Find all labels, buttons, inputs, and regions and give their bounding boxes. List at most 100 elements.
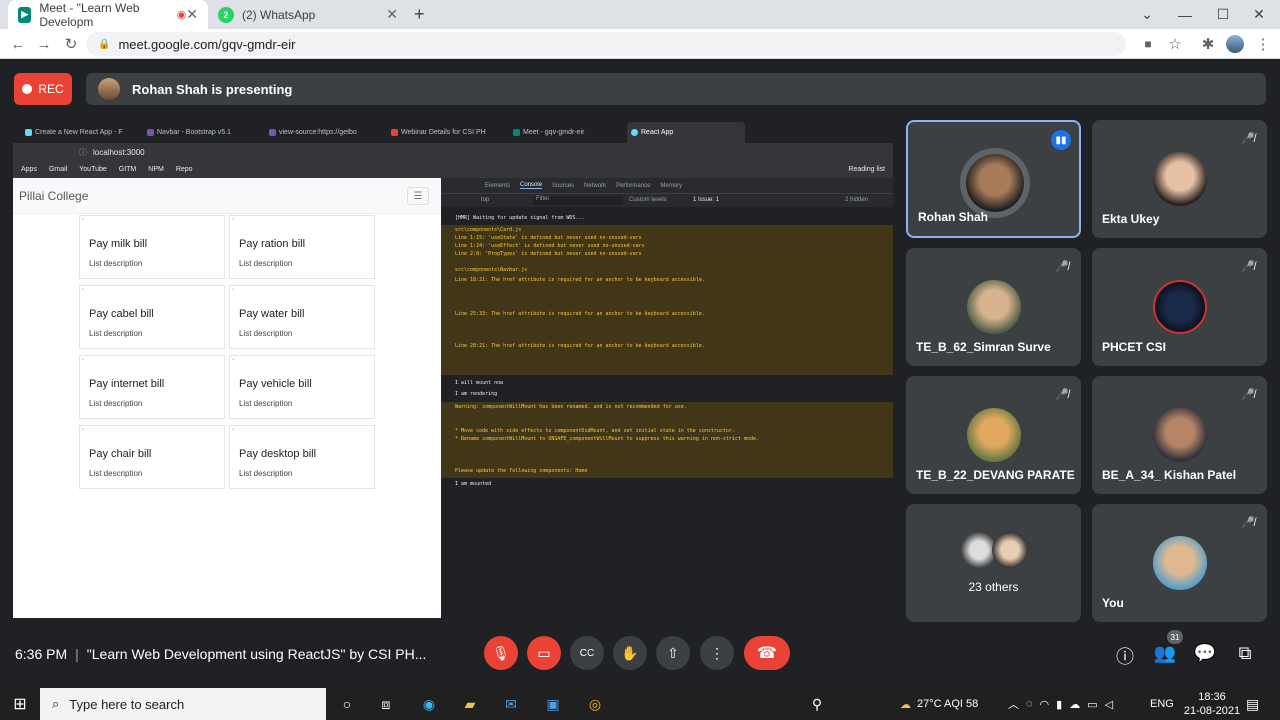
clock[interactable]: 18:36 21-08-2021 [1182,688,1242,720]
bill-card: ▫ Pay water bill List description [229,285,375,349]
menu-icon[interactable]: ⋮ [1250,29,1276,59]
camera-off-icon: ▭ [537,644,551,661]
self-tile[interactable]: 🎤̸ You [1092,504,1267,622]
participant-tile[interactable]: ▮▮ Rohan Shah [906,120,1081,238]
present-button[interactable]: ⇧ [656,636,690,670]
minimize-icon[interactable]: — [1166,0,1204,29]
info-icon[interactable]: ⓘ [1113,643,1137,669]
close-tab-icon[interactable]: ✕ [386,6,398,23]
mic-off-icon: 🎤̸ [1241,389,1255,401]
mic-tray-icon: ▮ [1056,698,1063,711]
network-icon: ◌ [1026,698,1033,710]
whatsapp-favicon-icon: 2 [218,6,234,23]
clock-time: 18:36 [1198,691,1226,703]
participant-tile[interactable]: 🎤̸ PHCET CSI [1092,248,1267,366]
new-tab-icon[interactable]: + [414,0,425,29]
console-warning-block: src\components\Card.js Line 1:15: 'useSt… [441,225,893,375]
leave-call-button[interactable]: ☎ [744,636,790,670]
lock-icon: 🔒 [98,38,111,50]
mic-off-icon: 🎙 [492,644,510,661]
rec-label: REC [38,82,64,96]
shared-tab: Navbar - Bootstrap v5.1 [143,122,261,143]
avatar [966,154,1024,212]
shared-tab: Webinar Details for CSI PH [387,122,505,143]
forward-icon[interactable]: → [31,29,57,59]
back-icon[interactable]: ← [5,29,31,59]
close-tab-icon[interactable]: ✕ [186,6,198,23]
tab-meet[interactable]: ▶ Meet - "Learn Web Developm ◉ ✕ [8,0,208,29]
console-line: [HMR] Waiting for update signal from WDS… [455,215,585,221]
participant-tile[interactable]: 🎤̸ TE_B_22_DEVANG PARATE [906,376,1081,494]
chrome-icon[interactable]: ◎ [584,693,606,715]
hamburger-icon: ☰ [407,187,429,205]
captions-button[interactable]: CC [570,636,604,670]
extensions-icon[interactable]: ✱ [1195,29,1221,59]
tab-search-icon[interactable]: ⌄ [1128,0,1166,29]
avatar [992,532,1028,568]
bill-card: ▫ Pay vehicle bill List description [229,355,375,419]
cloud-icon: ☁ [1069,698,1081,711]
file-explorer-icon[interactable]: ▰ [459,693,481,715]
rec-badge: REC [14,73,72,105]
profile-avatar[interactable] [1226,35,1244,53]
raise-hand-button[interactable]: ✋ [613,636,647,670]
mic-off-icon: 🎤̸ [1241,133,1255,145]
address-bar[interactable]: 🔒 meet.google.com/gqv-gmdr-eir [86,32,1126,56]
console-line: I am mounted [455,481,492,487]
task-view-icon[interactable]: ⧈ [375,693,397,715]
avatar [1153,536,1207,590]
volume-icon: ◁ [1104,698,1114,711]
edge-icon[interactable]: ◉ [418,693,440,715]
maximize-icon[interactable]: ☐ [1204,0,1242,29]
reload-icon[interactable]: ↻ [58,29,84,59]
chat-icon[interactable]: 💬 [1193,643,1217,664]
speaking-indicator-icon: ▮▮ [1051,130,1071,150]
more-options-button[interactable]: ⋮ [700,636,734,670]
activities-icon[interactable]: ⧉ [1233,643,1257,664]
present-icon: ⇧ [667,644,679,661]
devtools-tabs: Elements Console Sources Network Perform… [441,178,893,193]
shared-screen: Create a New React App - F Navbar - Boot… [13,119,893,618]
bill-card: ▫ Pay milk bill List description [79,215,225,279]
weather-icon: ☁ [900,698,911,711]
mail-icon[interactable]: ✉ [500,693,522,715]
notification-icon[interactable]: ▤ [1246,688,1259,720]
bookmark-star-icon[interactable]: ☆ [1162,29,1188,59]
presenting-text: Rohan Shah is presenting [132,81,293,97]
close-window-icon[interactable]: ✕ [1240,0,1278,29]
meeting-time: 6:36 PM [15,646,68,662]
participant-count-badge: 31 [1167,630,1183,644]
more-vert-icon: ⋮ [710,644,724,661]
participant-tile[interactable]: 🎤̸ BE_A_34_ Kishan Patel [1092,376,1267,494]
url-text: meet.google.com/gqv-gmdr-eir [118,36,296,52]
others-tile[interactable]: 23 others [906,504,1081,622]
chevron-up-icon: ︿ [1008,699,1019,711]
mic-toggle-button[interactable]: 🎙 [484,636,518,670]
recording-icon: ◉ [176,9,187,21]
people-icon[interactable]: 👥 [1153,643,1177,664]
app-brand: Pillai College [19,188,89,203]
taskbar-search[interactable]: ⌕ Type here to search [40,688,326,720]
participant-tile[interactable]: 🎤̸ TE_B_62_Simran Surve [906,248,1081,366]
cortana-icon[interactable]: ○ [336,693,358,715]
bill-card: ▫ Pay cabel bill List description [79,285,225,349]
language-indicator[interactable]: ENG [1150,688,1174,720]
console-warning-block: Warning: componentWillMount has been ren… [441,402,893,478]
mic-off-icon: 🎤̸ [1055,389,1069,401]
weather-widget[interactable]: ☁ 27°C AQI 58 [900,688,978,720]
participant-name: Ekta Ukey [1102,212,1160,226]
bill-card: ▫ Pay ration bill List description [229,215,375,279]
camera-toggle-button[interactable]: ▭ [527,636,561,670]
participant-name: TE_B_62_Simran Surve [916,340,1051,354]
app-navbar: Pillai College [13,178,441,214]
avatar [967,408,1021,462]
windows-start-icon[interactable]: ⊞ [9,693,31,715]
camera-icon[interactable]: ■ [1135,29,1161,59]
weather-text: 27°C AQI 58 [917,698,979,710]
app-icon[interactable]: ▣ [542,693,564,715]
people-tray-icon[interactable]: ⚲ [806,693,828,715]
participant-tile[interactable]: 🎤̸ Ekta Ukey [1092,120,1267,238]
console-line: I am rendering [455,391,498,397]
system-tray[interactable]: ︿ ◌ ◠ ▮ ☁ ▭ ◁ [1008,688,1113,720]
tab-whatsapp[interactable]: 2 (2) WhatsApp ✕ [208,0,408,29]
